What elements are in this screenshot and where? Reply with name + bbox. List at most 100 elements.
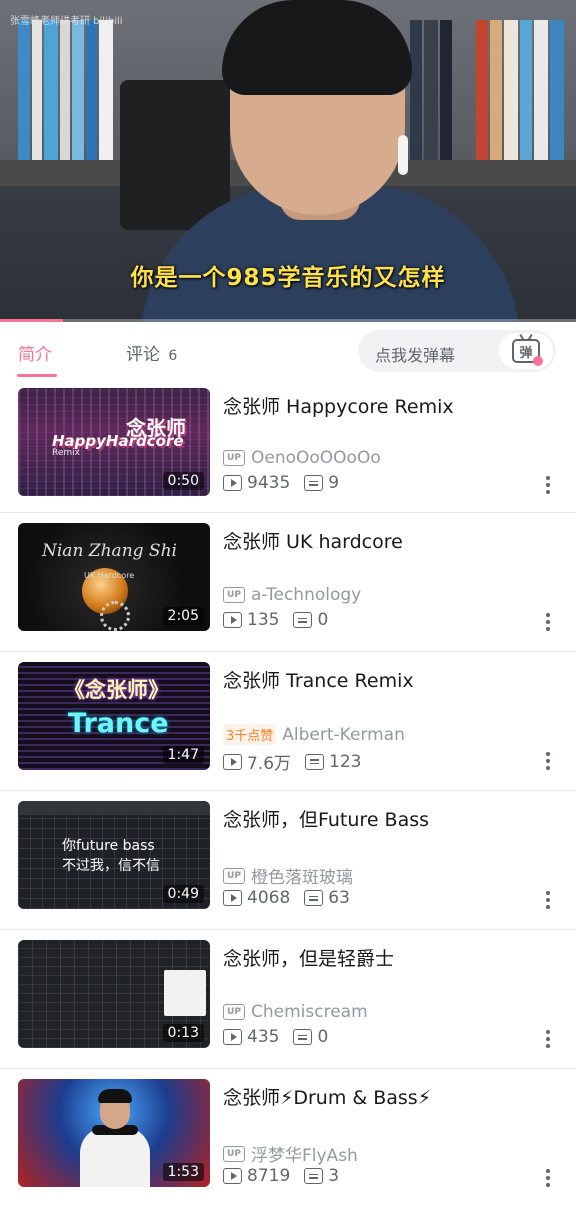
danmaku-glyph: 弹	[519, 345, 533, 361]
danmaku-count: 0	[317, 610, 329, 630]
uploader-line[interactable]: UP 浮梦华FlyAsh	[223, 1141, 358, 1166]
uploader-line[interactable]: UP OenoOoOOoOo	[223, 448, 381, 468]
play-count-icon	[223, 612, 242, 628]
thumbnail-dj-body	[80, 1127, 150, 1187]
danmaku-count-icon	[304, 890, 324, 906]
more-vertical-icon[interactable]	[546, 1169, 550, 1187]
channel-watermark: 张雪峰老师讲考研 bilibili	[10, 16, 123, 27]
danmaku-input[interactable]: 点我发弹幕 弹	[358, 330, 556, 372]
book	[534, 20, 548, 160]
danmaku-check-dot	[533, 356, 543, 366]
more-vertical-icon[interactable]	[546, 1030, 550, 1048]
video-stats: 9435 9	[223, 473, 339, 493]
book	[44, 20, 58, 160]
more-vertical-icon[interactable]	[546, 613, 550, 631]
video-thumbnail[interactable]: 0:13	[18, 940, 210, 1048]
book	[504, 20, 518, 160]
up-badge-icon: UP	[223, 1145, 245, 1162]
book	[60, 20, 70, 160]
view-count: 435	[247, 1027, 280, 1047]
list-item[interactable]: Nian Zhang Shi UK Hardcore 2:05 念张师 UK h…	[0, 513, 576, 652]
book	[72, 20, 84, 160]
list-item[interactable]: 念张师 HappyHardcore Remix 0:50 念张师 Happyco…	[0, 380, 576, 513]
video-player[interactable]: 张雪峰老师讲考研 bilibili 你是一个985学音乐的又怎样	[0, 0, 576, 322]
danmaku-count: 123	[329, 751, 362, 772]
book	[86, 20, 97, 160]
list-item[interactable]: 1:53 念张师⚡Drum & Bass⚡ UP 浮梦华FlyAsh 8719 …	[0, 1069, 576, 1208]
view-count: 135	[247, 610, 280, 630]
danmaku-count: 0	[317, 1027, 329, 1047]
thumbnail-text: 你future bass	[62, 838, 155, 854]
more-vertical-icon[interactable]	[546, 476, 550, 494]
video-stats: 135 0	[223, 610, 328, 630]
video-thumbnail[interactable]: Nian Zhang Shi UK Hardcore 2:05	[18, 523, 210, 631]
thumbnail-dj-hair	[98, 1089, 132, 1103]
up-badge-icon: UP	[223, 1004, 245, 1020]
more-vertical-icon[interactable]	[546, 891, 550, 909]
speaker-hair	[222, 0, 412, 95]
thumbnail-ring	[100, 601, 130, 631]
video-duration: 1:47	[162, 746, 204, 764]
list-item[interactable]: 你future bass 不过我，信不信 0:49 念张师，但Future Ba…	[0, 791, 576, 930]
thumbnail-text: Nian Zhang Shi	[42, 541, 177, 561]
danmaku-count: 63	[328, 888, 350, 908]
thumbnail-text: Trance	[68, 708, 169, 739]
video-stats: 7.6万 123	[223, 749, 362, 774]
danmaku-send-icon: 弹	[512, 339, 543, 366]
tab-comments[interactable]: 评论 6	[126, 340, 177, 365]
tab-intro[interactable]: 简介	[18, 340, 52, 365]
video-title[interactable]: 念张师 UK hardcore	[223, 527, 403, 554]
book	[476, 20, 488, 160]
danmaku-count-icon	[293, 612, 313, 628]
danmaku-count-icon	[304, 1168, 324, 1184]
uploader-name: Chemiscream	[251, 1002, 368, 1022]
video-stats: 4068 63	[223, 888, 350, 908]
video-thumbnail[interactable]: 你future bass 不过我，信不信 0:49	[18, 801, 210, 909]
video-subtitle: 你是一个985学音乐的又怎样	[130, 265, 446, 291]
video-thumbnail[interactable]: 念张师 HappyHardcore Remix 0:50	[18, 388, 210, 496]
related-videos-list: 念张师 HappyHardcore Remix 0:50 念张师 Happyco…	[0, 380, 576, 1208]
uploader-line[interactable]: UP Chemiscream	[223, 1002, 368, 1022]
up-badge-icon: UP	[223, 867, 245, 884]
list-item[interactable]: 0:13 念张师，但是轻爵士 UP Chemiscream 435 0	[0, 930, 576, 1069]
video-title[interactable]: 念张师 Happycore Remix	[223, 392, 454, 419]
play-count-icon	[223, 1029, 242, 1045]
thumbnail-plugin-window	[164, 970, 206, 1016]
video-title[interactable]: 念张师，但Future Bass	[223, 805, 429, 832]
uploader-name: 橙色落斑玻璃	[251, 868, 353, 888]
video-duration: 0:13	[162, 1024, 204, 1042]
danmaku-count-icon	[293, 1029, 313, 1045]
video-title[interactable]: 念张师，但是轻爵士	[223, 944, 394, 971]
book	[490, 20, 502, 160]
video-title[interactable]: 念张师 Trance Remix	[223, 666, 414, 693]
tab-bar: 简介 评论 6 点我发弹幕 弹	[0, 322, 576, 380]
active-tab-indicator	[17, 374, 57, 377]
uploader-line[interactable]: UP 橙色落斑玻璃	[223, 863, 353, 888]
danmaku-count-icon	[305, 753, 325, 770]
up-badge-icon: UP	[223, 450, 245, 466]
video-stats: 435 0	[223, 1027, 328, 1047]
uploader-line[interactable]: 3千点赞 Albert-Kerman	[223, 724, 405, 745]
danmaku-placeholder: 点我发弹幕	[375, 346, 456, 365]
video-duration: 0:49	[162, 885, 204, 903]
earbud	[398, 135, 408, 175]
view-count: 7.6万	[247, 754, 292, 774]
video-thumbnail[interactable]: 《念张师》 Trance 1:47	[18, 662, 210, 770]
up-badge-icon: UP	[223, 587, 245, 603]
video-thumbnail[interactable]: 1:53	[18, 1079, 210, 1187]
video-title[interactable]: 念张师⚡Drum & Bass⚡	[223, 1083, 431, 1110]
danmaku-count: 3	[328, 1166, 340, 1186]
view-count: 4068	[247, 888, 291, 908]
more-vertical-icon[interactable]	[546, 752, 550, 770]
danmaku-toggle-button[interactable]: 弹	[499, 333, 553, 369]
thumbnail-text: 《念张师》	[64, 678, 169, 702]
thumbnail-text: Remix	[52, 448, 80, 458]
uploader-line[interactable]: UP a-Technology	[223, 585, 361, 605]
play-count-icon	[223, 475, 242, 491]
video-duration: 0:50	[162, 472, 204, 490]
thumbnail-text: 不过我，信不信	[62, 858, 160, 874]
play-count-icon	[223, 753, 242, 770]
tab-comments-label: 评论	[126, 345, 160, 365]
list-item[interactable]: 《念张师》 Trance 1:47 念张师 Trance Remix 3千点赞 …	[0, 652, 576, 791]
book	[18, 20, 30, 160]
